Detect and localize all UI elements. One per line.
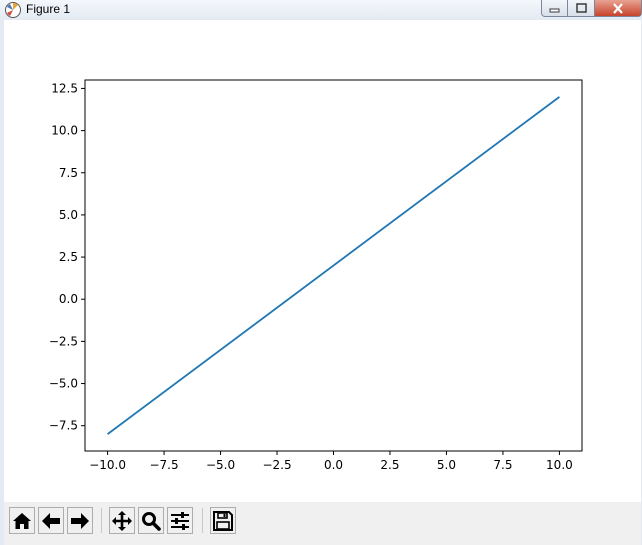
series-line xyxy=(107,96,560,435)
save-button[interactable] xyxy=(210,507,236,534)
figure-canvas[interactable]: −10.0 −7.5 −5.0 −2.5 0.0 2.5 5.0 7.5 10.0 −7.5 −5… xyxy=(4,20,641,502)
maximize-button[interactable] xyxy=(568,0,595,17)
y-tick-label: 0.0 xyxy=(59,292,78,306)
forward-button[interactable] xyxy=(67,507,93,534)
y-tick-label: 5.0 xyxy=(59,208,78,222)
window-controls xyxy=(541,0,642,18)
configure-subplots-button[interactable] xyxy=(167,507,193,534)
y-tick-label: 7.5 xyxy=(59,166,78,180)
matplotlib-icon xyxy=(5,2,21,18)
x-tick-label: 5.0 xyxy=(437,458,456,472)
maximize-icon xyxy=(575,3,587,13)
x-tick-label: 2.5 xyxy=(380,458,399,472)
x-tick-label: −10.0 xyxy=(89,458,126,472)
x-tick-label: −7.5 xyxy=(149,458,178,472)
window-title: Figure 1 xyxy=(26,2,71,16)
close-button[interactable] xyxy=(595,0,642,17)
toolbar-separator xyxy=(101,508,102,533)
back-button[interactable] xyxy=(38,507,64,534)
floppy-disk-icon xyxy=(213,510,233,531)
home-button[interactable] xyxy=(9,507,35,534)
y-tick-label: 2.5 xyxy=(59,250,78,264)
line-plot: −10.0 −7.5 −5.0 −2.5 0.0 2.5 5.0 7.5 10.0 −7.5 −5… xyxy=(49,79,583,472)
x-axis-ticks: −10.0 −7.5 −5.0 −2.5 0.0 2.5 5.0 7.5 10.0 xyxy=(89,451,573,472)
x-tick-label: 7.5 xyxy=(493,458,512,472)
x-tick-label: −5.0 xyxy=(206,458,235,472)
minimize-button[interactable] xyxy=(541,0,568,17)
y-tick-label: −5.0 xyxy=(49,377,78,391)
zoom-button[interactable] xyxy=(138,507,164,534)
plot-lines xyxy=(107,96,560,435)
y-axis-ticks: −7.5 −5.0 −2.5 0.0 2.5 5.0 7.5 10.0 12.5 xyxy=(49,81,85,433)
navigation-toolbar xyxy=(4,502,641,545)
arrow-left-icon xyxy=(42,512,60,529)
y-tick-label: −2.5 xyxy=(49,334,78,348)
x-tick-label: 0.0 xyxy=(324,458,343,472)
x-tick-label: 10.0 xyxy=(546,458,573,472)
pan-button[interactable] xyxy=(109,507,135,534)
magnifier-icon xyxy=(142,511,161,531)
move-icon xyxy=(112,510,132,531)
minimize-icon xyxy=(549,8,560,12)
close-icon xyxy=(613,2,623,14)
sliders-icon xyxy=(171,511,189,530)
toolbar-separator xyxy=(202,508,203,533)
y-tick-label: 10.0 xyxy=(51,124,78,138)
home-icon xyxy=(13,512,31,529)
x-tick-label: −2.5 xyxy=(262,458,291,472)
y-tick-label: 12.5 xyxy=(51,81,78,95)
window-title-bar[interactable]: Figure 1 xyxy=(0,0,642,20)
arrow-right-icon xyxy=(71,512,89,529)
y-tick-label: −7.5 xyxy=(49,419,78,433)
